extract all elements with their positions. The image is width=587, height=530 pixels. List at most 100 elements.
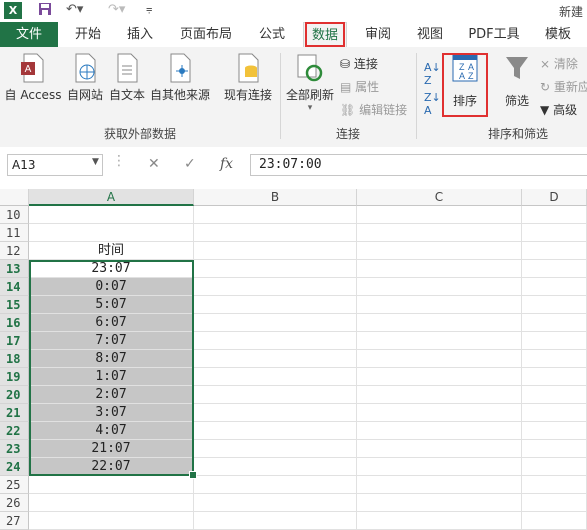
row-header[interactable]: 19	[0, 368, 29, 386]
cell[interactable]	[194, 314, 357, 332]
worksheet-grid[interactable]: A B C D 10 11 12 时间 13 23:07 14 0:07 15 5:07 16 6:0…	[0, 185, 587, 530]
from-web-button[interactable]: 自网站	[64, 53, 106, 103]
row-header[interactable]: 26	[0, 494, 29, 512]
cell[interactable]	[522, 332, 587, 350]
cell[interactable]	[194, 260, 357, 278]
cell[interactable]	[357, 512, 522, 530]
cell[interactable]	[194, 512, 357, 530]
tab-file[interactable]: 文件	[0, 22, 58, 47]
edit-links-button[interactable]: ⛓ 编辑链接	[340, 101, 407, 118]
cell[interactable]	[357, 278, 522, 296]
cell[interactable]	[194, 368, 357, 386]
row-header[interactable]: 17	[0, 332, 29, 350]
tab-templates[interactable]: 模板	[536, 22, 580, 47]
cell[interactable]	[357, 440, 522, 458]
cell[interactable]	[194, 332, 357, 350]
redo-icon[interactable]: ↷▾	[108, 2, 125, 17]
from-text-button[interactable]: 自文本	[106, 53, 148, 103]
column-header-d[interactable]: D	[522, 189, 587, 206]
cell[interactable]	[522, 224, 587, 242]
cell[interactable]	[194, 440, 357, 458]
tab-insert[interactable]: 插入	[118, 22, 162, 47]
cell[interactable]	[194, 458, 357, 476]
cell-a[interactable]: 时间	[29, 242, 194, 260]
cell[interactable]	[522, 206, 587, 224]
cell[interactable]	[194, 242, 357, 260]
existing-connections-button[interactable]: 现有连接	[220, 53, 276, 103]
cell[interactable]	[357, 476, 522, 494]
sort-ascending-icon[interactable]: A↓ Z	[424, 61, 441, 87]
cell[interactable]	[194, 422, 357, 440]
from-other-sources-button[interactable]: 自其他来源	[148, 53, 212, 103]
undo-icon[interactable]: ↶▾	[66, 2, 83, 17]
row-header[interactable]: 18	[0, 350, 29, 368]
formula-input[interactable]: 23:07:00	[250, 154, 587, 176]
cell[interactable]	[194, 224, 357, 242]
column-header-a[interactable]: A	[29, 189, 194, 206]
cell[interactable]	[522, 296, 587, 314]
filter-button[interactable]: 筛选	[498, 53, 536, 109]
cell[interactable]	[357, 458, 522, 476]
cell[interactable]	[194, 350, 357, 368]
row-header[interactable]: 20	[0, 386, 29, 404]
fill-handle[interactable]	[189, 471, 197, 479]
refresh-all-button[interactable]: 全部刷新 ▾	[284, 53, 336, 113]
cell[interactable]	[522, 458, 587, 476]
cell[interactable]	[194, 476, 357, 494]
tab-view[interactable]: 视图	[408, 22, 452, 47]
tab-pdf-tools[interactable]: PDF工具	[462, 22, 526, 47]
row-header[interactable]: 11	[0, 224, 29, 242]
cell[interactable]	[357, 242, 522, 260]
row-header[interactable]: 27	[0, 512, 29, 530]
cancel-icon[interactable]: ✕	[148, 156, 160, 172]
cell[interactable]	[194, 404, 357, 422]
column-header-c[interactable]: C	[357, 189, 522, 206]
row-header[interactable]: 13	[0, 260, 29, 278]
reapply-button[interactable]: ↻ 重新应用	[540, 78, 587, 95]
row-header[interactable]: 16	[0, 314, 29, 332]
cell[interactable]	[357, 368, 522, 386]
name-box[interactable]: A13	[7, 154, 103, 176]
cell[interactable]	[522, 494, 587, 512]
name-box-dropdown-icon[interactable]: ▼	[92, 157, 99, 167]
cell-a[interactable]	[29, 224, 194, 242]
cell-a[interactable]	[29, 494, 194, 512]
connections-button[interactable]: ⛁ 连接	[340, 55, 378, 72]
cell[interactable]	[194, 386, 357, 404]
row-header[interactable]: 22	[0, 422, 29, 440]
column-header-b[interactable]: B	[194, 189, 357, 206]
save-icon[interactable]	[38, 2, 52, 20]
cell[interactable]	[522, 350, 587, 368]
cell[interactable]	[357, 332, 522, 350]
cell[interactable]	[357, 494, 522, 512]
cell[interactable]	[194, 278, 357, 296]
clear-filter-button[interactable]: ⨯ 清除	[540, 55, 578, 72]
cell[interactable]	[522, 404, 587, 422]
customize-toolbar-icon[interactable]: ⩦	[146, 2, 152, 16]
cell[interactable]	[522, 440, 587, 458]
cell-a[interactable]	[29, 512, 194, 530]
cell[interactable]	[357, 296, 522, 314]
tab-home[interactable]: 开始	[66, 22, 110, 47]
cell[interactable]	[522, 476, 587, 494]
cell[interactable]	[522, 368, 587, 386]
advanced-filter-button[interactable]: ▼ 高级	[540, 101, 577, 118]
tab-page-layout[interactable]: 页面布局	[174, 22, 238, 47]
row-header[interactable]: 23	[0, 440, 29, 458]
sort-descending-icon[interactable]: Z↓ A	[424, 91, 441, 117]
cell-a[interactable]	[29, 206, 194, 224]
cell[interactable]	[357, 260, 522, 278]
cell[interactable]	[357, 404, 522, 422]
insert-function-icon[interactable]: fx	[220, 156, 233, 172]
row-header[interactable]: 14	[0, 278, 29, 296]
splitter-icon[interactable]: ⋮	[112, 153, 126, 169]
tab-formulas[interactable]: 公式	[250, 22, 294, 47]
row-header[interactable]: 25	[0, 476, 29, 494]
cell[interactable]	[194, 206, 357, 224]
cell[interactable]	[522, 242, 587, 260]
cell[interactable]	[522, 278, 587, 296]
cell[interactable]	[522, 260, 587, 278]
cell[interactable]	[522, 422, 587, 440]
row-header[interactable]: 15	[0, 296, 29, 314]
cell[interactable]	[357, 314, 522, 332]
